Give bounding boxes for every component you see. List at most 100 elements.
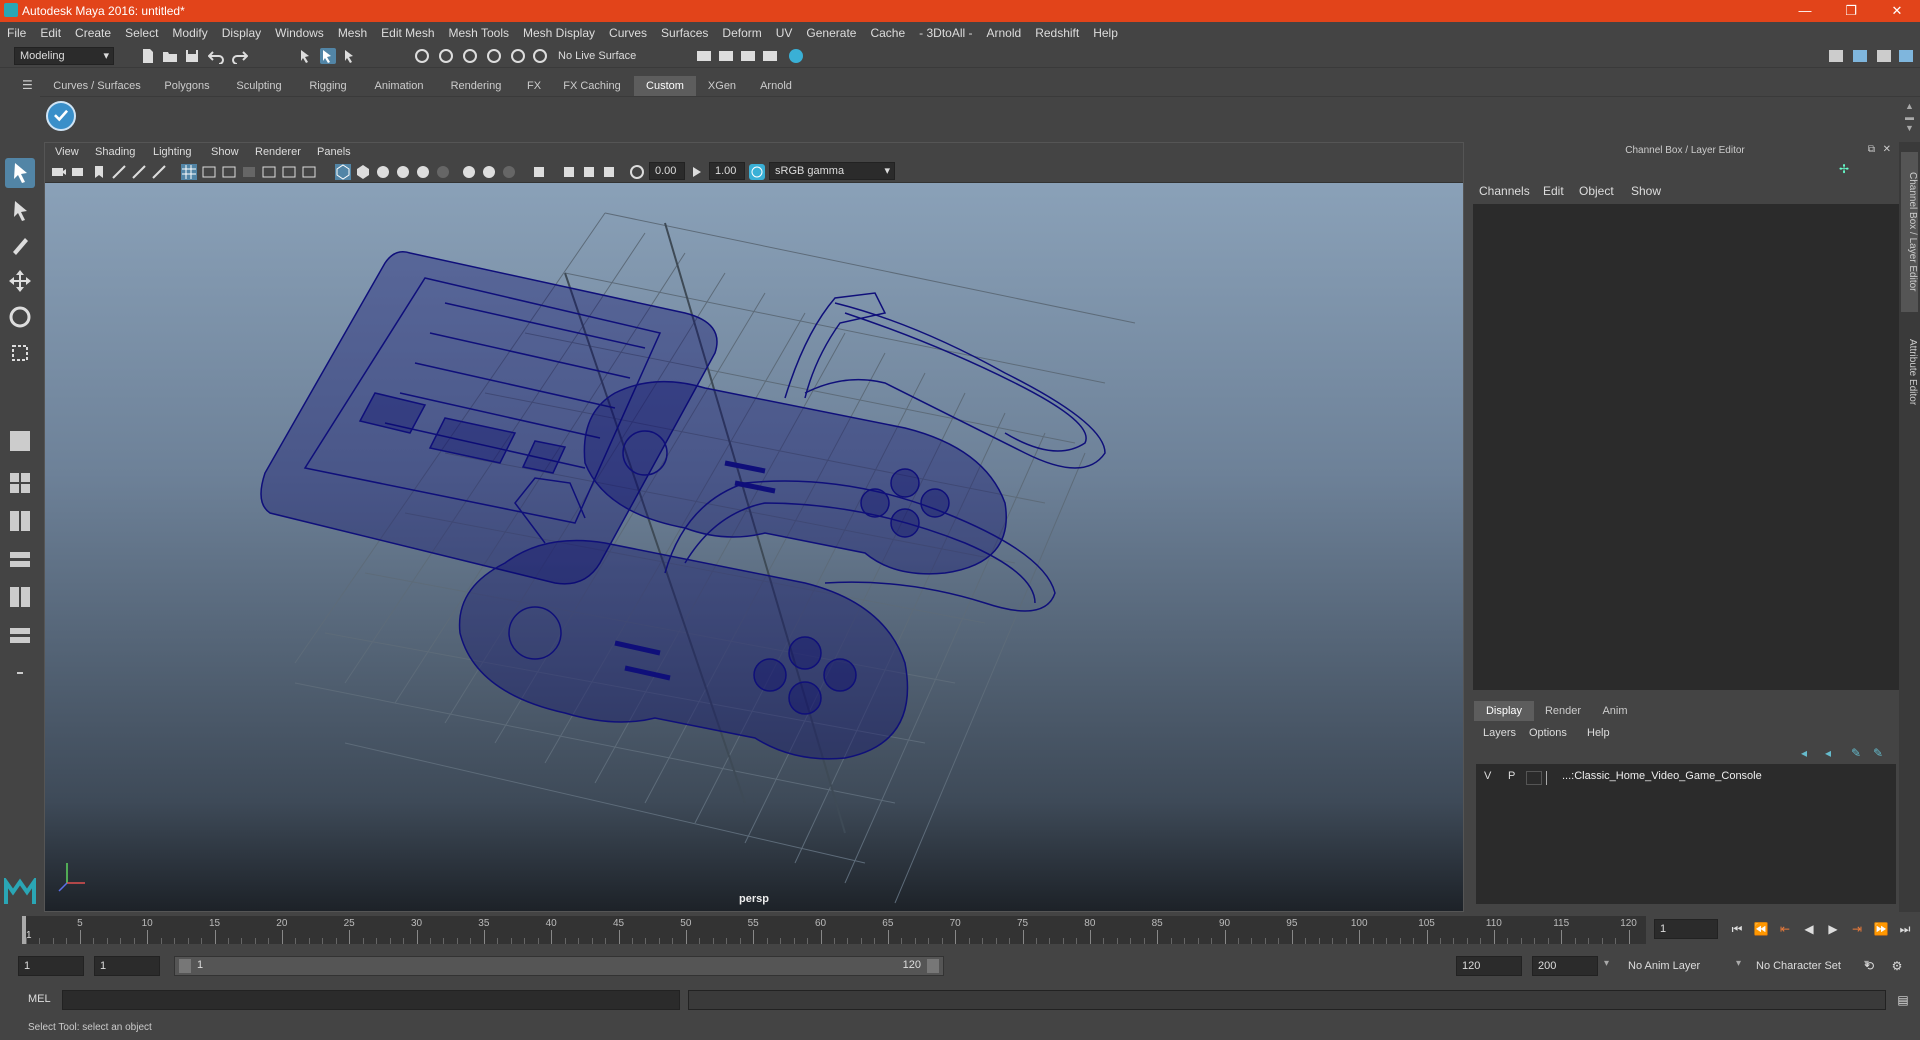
range-end-handle[interactable]: [927, 959, 939, 973]
toggle-panel-icon[interactable]: [1852, 48, 1868, 64]
scene-end-field[interactable]: 200: [1532, 956, 1598, 976]
side-tab-channel-box[interactable]: Channel Box / Layer Editor: [1901, 152, 1918, 312]
2d-pan-zoom-icon[interactable]: [131, 164, 147, 180]
image-plane-icon[interactable]: [111, 164, 127, 180]
layer-tab-render[interactable]: Render: [1535, 701, 1591, 721]
side-tab-attribute-editor[interactable]: Attribute Editor: [1901, 322, 1918, 422]
play-forwards-icon[interactable]: ▶: [1824, 920, 1842, 938]
menu-arnold[interactable]: Arnold: [980, 22, 1029, 44]
tab-rigging[interactable]: Rigging: [294, 76, 362, 96]
grease-pencil-icon[interactable]: [151, 164, 167, 180]
color-management-icon[interactable]: [749, 164, 765, 180]
layer-menu-help[interactable]: Help: [1587, 727, 1610, 739]
resolution-gate-icon[interactable]: [221, 164, 237, 180]
step-forward-frame-icon[interactable]: ⇥: [1848, 920, 1866, 938]
tab-animation[interactable]: Animation: [362, 76, 436, 96]
film-gate-icon[interactable]: [201, 164, 217, 180]
current-time-marker[interactable]: [22, 916, 26, 944]
layer-name[interactable]: ...:Classic_Home_Video_Game_Console: [1562, 770, 1762, 782]
camera-select-icon[interactable]: [51, 164, 67, 180]
menu-curves[interactable]: Curves: [602, 22, 654, 44]
menu-edit[interactable]: Edit: [33, 22, 68, 44]
step-back-key-icon[interactable]: ⏪: [1752, 920, 1770, 938]
move-layer-up-icon[interactable]: ◂: [1801, 746, 1807, 760]
command-input[interactable]: [62, 990, 680, 1010]
layer-tab-display[interactable]: Display: [1474, 701, 1534, 721]
scale-tool-icon[interactable]: [5, 338, 35, 368]
single-pane-layout-icon[interactable]: [5, 426, 35, 456]
layer-visibility-toggle[interactable]: V: [1484, 770, 1491, 782]
menu-3dtoall[interactable]: - 3DtoAll -: [912, 22, 979, 44]
playback-start-field[interactable]: 1: [94, 956, 160, 976]
select-hierarchy-icon[interactable]: [298, 48, 314, 64]
live-surface-field[interactable]: No Live Surface: [552, 47, 648, 65]
menu-uv[interactable]: UV: [769, 22, 800, 44]
hypershade-icon[interactable]: [788, 48, 804, 64]
snap-curve-icon[interactable]: [438, 48, 454, 64]
shadows-icon[interactable]: [435, 164, 451, 180]
checkmark-icon[interactable]: [46, 101, 76, 131]
move-tool-icon[interactable]: [5, 266, 35, 296]
redo-icon[interactable]: [232, 48, 249, 65]
exposure-field[interactable]: 0.00: [649, 162, 685, 180]
minimize-button[interactable]: —: [1782, 0, 1828, 22]
scene-start-field[interactable]: 1: [18, 956, 84, 976]
exposure-icon[interactable]: [629, 164, 645, 180]
new-layer-icon[interactable]: ✎: [1851, 746, 1861, 760]
snap-magnet-icon[interactable]: [532, 48, 548, 64]
range-slider-bar[interactable]: 1 120: [174, 956, 944, 976]
new-scene-icon[interactable]: [140, 48, 156, 64]
tab-rendering[interactable]: Rendering: [436, 76, 516, 96]
anti-aliasing-icon[interactable]: [501, 164, 517, 180]
menu-windows[interactable]: Windows: [268, 22, 331, 44]
undo-icon[interactable]: [207, 48, 224, 65]
use-lights-icon[interactable]: [415, 164, 431, 180]
menu-select[interactable]: Select: [118, 22, 165, 44]
tab-fx[interactable]: FX: [516, 76, 552, 96]
step-back-frame-icon[interactable]: ⇤: [1776, 920, 1794, 938]
character-set-dropdown[interactable]: No Character Set: [1750, 956, 1870, 976]
grid-toggle-icon[interactable]: [181, 164, 197, 180]
bookmark-icon[interactable]: [91, 164, 107, 180]
3d-viewport[interactable]: persp: [45, 183, 1463, 911]
layer-menu-layers[interactable]: Layers: [1483, 727, 1516, 739]
menu-edit-mesh[interactable]: Edit Mesh: [374, 22, 441, 44]
menu-help[interactable]: Help: [1086, 22, 1125, 44]
field-chart-icon[interactable]: [261, 164, 277, 180]
menu-redshift[interactable]: Redshift: [1028, 22, 1086, 44]
menu-cache[interactable]: Cache: [863, 22, 912, 44]
open-scene-icon[interactable]: [162, 48, 178, 64]
layer-tab-anim[interactable]: Anim: [1591, 701, 1639, 721]
wireframe-icon[interactable]: [335, 164, 351, 180]
snap-surface-icon[interactable]: [510, 48, 526, 64]
vp-menu-show[interactable]: Show: [211, 146, 239, 158]
vp-menu-shading[interactable]: Shading: [95, 146, 135, 158]
layer-color-swatch[interactable]: [1546, 771, 1556, 785]
vp-menu-view[interactable]: View: [55, 146, 79, 158]
menu-generate[interactable]: Generate: [799, 22, 863, 44]
camera-attr-icon[interactable]: [71, 164, 87, 180]
cb-menu-show[interactable]: Show: [1631, 184, 1661, 198]
render-settings-icon[interactable]: [696, 48, 712, 64]
menu-file[interactable]: File: [0, 22, 33, 44]
close-button[interactable]: ✕: [1874, 0, 1920, 22]
play-backwards-icon[interactable]: ◀: [1800, 920, 1818, 938]
xray-icon[interactable]: [561, 164, 577, 180]
outliner-layout-icon[interactable]: [5, 506, 35, 536]
layer-row[interactable]: V P ...:Classic_Home_Video_Game_Console: [1476, 770, 1896, 788]
color-space-dropdown[interactable]: sRGB gamma ▾: [769, 162, 895, 180]
gate-mask-icon[interactable]: [241, 164, 257, 180]
menu-mesh[interactable]: Mesh: [331, 22, 374, 44]
gamma-icon[interactable]: [689, 164, 705, 180]
new-layer-selected-icon[interactable]: ✎: [1873, 746, 1883, 760]
hypershade-layout-icon[interactable]: [5, 620, 35, 650]
cb-menu-edit[interactable]: Edit: [1543, 184, 1564, 198]
snap-grid-icon[interactable]: [414, 48, 430, 64]
safe-action-icon[interactable]: [281, 164, 297, 180]
menu-mesh-tools[interactable]: Mesh Tools: [442, 22, 516, 44]
render-view-icon[interactable]: [762, 48, 778, 64]
vp-menu-panels[interactable]: Panels: [317, 146, 351, 158]
shelf-menu-icon[interactable]: ☰: [22, 78, 33, 92]
cb-menu-object[interactable]: Object: [1579, 184, 1614, 198]
mode-dropdown[interactable]: Modeling ▾: [14, 47, 114, 65]
